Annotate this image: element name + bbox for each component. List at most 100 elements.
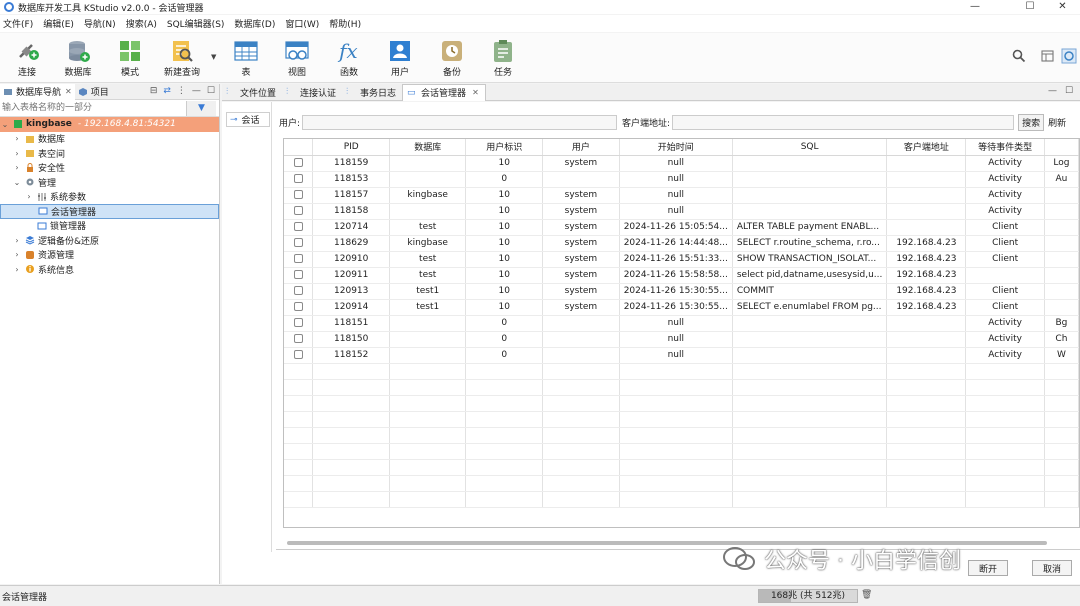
maximize-editor-icon[interactable]: ☐ bbox=[1065, 86, 1073, 96]
table-row[interactable]: 120913 test1 10 system 2024-11-26 15:30:55..… bbox=[284, 283, 1079, 300]
tree-item-management[interactable]: ⌄ 管理 bbox=[0, 175, 219, 190]
collapsed-arrow-icon[interactable]: › bbox=[12, 250, 22, 259]
new-query-button[interactable]: 新建查询 bbox=[157, 37, 207, 81]
collapsed-arrow-icon[interactable]: › bbox=[12, 236, 22, 245]
user-filter-input[interactable] bbox=[302, 114, 618, 130]
disconnect-button[interactable]: 断开 bbox=[968, 560, 1009, 576]
tab-database-navigator[interactable]: 数据库导航 ✕ bbox=[0, 83, 75, 100]
table-row[interactable]: 118151 0 null Activity Bg bbox=[284, 315, 1079, 332]
row-checkbox[interactable] bbox=[293, 238, 303, 247]
view-button[interactable]: 视图 bbox=[272, 37, 322, 81]
row-checkbox[interactable] bbox=[293, 270, 303, 279]
client-address-input[interactable] bbox=[672, 114, 1015, 130]
table-row[interactable]: 120910 test 10 system 2024-11-26 15:51:33...… bbox=[284, 251, 1079, 268]
tree-item-security[interactable]: › 安全性 bbox=[0, 161, 219, 176]
tree-item-resource-management[interactable]: › 资源管理 bbox=[0, 248, 219, 263]
minimize-editor-icon[interactable]: — bbox=[1048, 86, 1057, 96]
row-checkbox[interactable] bbox=[293, 302, 303, 311]
table-row[interactable]: 118158 10 system null Activity bbox=[284, 203, 1079, 220]
tab-sessions[interactable]: ⊸ 会话 bbox=[226, 112, 270, 127]
column-header-user-id[interactable]: 用户标识 bbox=[465, 139, 544, 156]
database-perspective-icon[interactable] bbox=[1061, 48, 1077, 64]
row-checkbox[interactable] bbox=[293, 206, 303, 215]
expand-arrow-icon[interactable]: ⌄ bbox=[0, 120, 10, 129]
view-menu-icon[interactable]: ⋮ bbox=[177, 86, 186, 96]
perspective-icon[interactable] bbox=[1040, 48, 1056, 64]
table-row[interactable]: 118159 10 system null Activity Log bbox=[284, 155, 1079, 172]
row-checkbox[interactable] bbox=[293, 334, 303, 343]
menu-navigate[interactable]: 导航(N) bbox=[84, 17, 116, 30]
expand-arrow-icon[interactable]: ⌄ bbox=[12, 178, 22, 187]
tree-item-session-manager[interactable]: 会话管理器 bbox=[0, 204, 219, 219]
database-button[interactable]: 数据库 bbox=[53, 37, 103, 81]
table-row[interactable]: 118153 0 null Activity Au bbox=[284, 171, 1079, 188]
minimize-button[interactable]: — bbox=[955, 0, 995, 14]
menu-sql-editor[interactable]: SQL编辑器(S) bbox=[167, 17, 225, 30]
tree-item-databases[interactable]: › 数据库 bbox=[0, 132, 219, 147]
function-button[interactable]: fx 函数 bbox=[324, 37, 374, 81]
column-header-sql[interactable]: SQL bbox=[732, 139, 888, 156]
table-row[interactable]: 120914 test1 10 system 2024-11-26 15:30:55..… bbox=[284, 299, 1079, 316]
row-checkbox[interactable] bbox=[293, 190, 303, 199]
table-row[interactable]: 118150 0 null Activity Ch bbox=[284, 331, 1079, 348]
search-icon[interactable] bbox=[1011, 48, 1027, 64]
tab-session-manager[interactable]: ▭ 会话管理器 ✕ bbox=[402, 83, 486, 101]
maximize-panel-icon[interactable]: ☐ bbox=[207, 86, 215, 96]
minimize-panel-icon[interactable]: — bbox=[192, 86, 201, 96]
table-filter-input[interactable] bbox=[0, 100, 186, 116]
row-checkbox[interactable] bbox=[293, 318, 303, 327]
table-row[interactable]: 118152 0 null Activity W bbox=[284, 347, 1079, 364]
search-button[interactable]: 搜索 bbox=[1018, 113, 1045, 131]
tree-item-tablespaces[interactable]: › 表空间 bbox=[0, 146, 219, 161]
row-checkbox[interactable] bbox=[293, 222, 303, 231]
table-row[interactable]: 120714 test 10 system 2024-11-26 15:05:54...… bbox=[284, 219, 1079, 236]
collapsed-arrow-icon[interactable]: › bbox=[24, 192, 34, 201]
tree-item-backup-restore[interactable]: › 逻辑备份&还原 bbox=[0, 233, 219, 248]
menu-file[interactable]: 文件(F) bbox=[3, 17, 33, 30]
table-row[interactable]: 120911 test 10 system 2024-11-26 15:58:58...… bbox=[284, 267, 1079, 284]
link-editor-icon[interactable]: ⇄ bbox=[163, 86, 171, 96]
table-button[interactable]: 表 bbox=[221, 37, 271, 81]
menu-help[interactable]: 帮助(H) bbox=[329, 17, 361, 30]
collapsed-arrow-icon[interactable]: › bbox=[12, 134, 22, 143]
filter-icon[interactable]: ▼ bbox=[186, 100, 216, 116]
table-row[interactable]: 118157 kingbase 10 system null Activity bbox=[284, 187, 1079, 204]
schema-button[interactable]: 模式 bbox=[105, 37, 155, 81]
new-query-dropdown-icon[interactable]: ▼ bbox=[211, 53, 216, 61]
tree-item-system-info[interactable]: › 系统信息 bbox=[0, 262, 219, 277]
column-header-database[interactable]: 数据库 bbox=[389, 139, 467, 156]
tab-file-location[interactable]: ⫶ 文件位置 bbox=[222, 84, 282, 101]
row-checkbox[interactable] bbox=[293, 350, 303, 359]
row-checkbox[interactable] bbox=[293, 174, 303, 183]
tree-connection-kingbase[interactable]: ⌄ kingbase - 192.168.4.81:54321 bbox=[0, 117, 219, 132]
backup-button[interactable]: 备份 bbox=[427, 37, 477, 81]
column-header-client-address[interactable]: 客户端地址 bbox=[886, 139, 967, 156]
column-header-pid[interactable]: PID bbox=[312, 139, 391, 156]
column-header-start-time[interactable]: 开始时间 bbox=[619, 139, 733, 156]
refresh-button[interactable]: 刷新 bbox=[1048, 116, 1066, 129]
menu-search[interactable]: 搜索(A) bbox=[126, 17, 157, 30]
user-button[interactable]: 用户 bbox=[375, 37, 425, 81]
row-checkbox[interactable] bbox=[293, 254, 303, 263]
connect-button[interactable]: 连接 bbox=[2, 37, 52, 81]
table-row[interactable]: 118629 kingbase 10 system 2024-11-26 14:44:4… bbox=[284, 235, 1079, 252]
menu-edit[interactable]: 编辑(E) bbox=[43, 17, 74, 30]
collapse-all-icon[interactable]: ⊟ bbox=[150, 86, 158, 96]
tab-transaction-log[interactable]: ⫶ 事务日志 bbox=[342, 84, 402, 101]
close-tab-icon[interactable]: ✕ bbox=[472, 88, 479, 97]
column-header-wait-event[interactable] bbox=[1044, 139, 1079, 156]
maximize-button[interactable]: ☐ bbox=[1010, 0, 1050, 14]
row-checkbox[interactable] bbox=[293, 286, 303, 295]
collapsed-arrow-icon[interactable]: › bbox=[12, 265, 22, 274]
row-checkbox[interactable] bbox=[293, 158, 303, 167]
column-header-user[interactable]: 用户 bbox=[542, 139, 620, 156]
tree-item-system-params[interactable]: › 系统参数 bbox=[0, 190, 219, 205]
menu-window[interactable]: 窗口(W) bbox=[285, 17, 319, 30]
collapsed-arrow-icon[interactable]: › bbox=[12, 149, 22, 158]
column-header-select[interactable] bbox=[284, 139, 314, 156]
tab-connection-auth[interactable]: ⫶ 连接认证 bbox=[282, 84, 342, 101]
tree-item-lock-manager[interactable]: 锁管理器 bbox=[0, 219, 219, 234]
trash-icon[interactable]: 🗑 bbox=[861, 590, 872, 602]
cancel-button[interactable]: 取消 bbox=[1032, 560, 1073, 576]
column-header-wait-event-type[interactable]: 等待事件类型 bbox=[965, 139, 1045, 156]
